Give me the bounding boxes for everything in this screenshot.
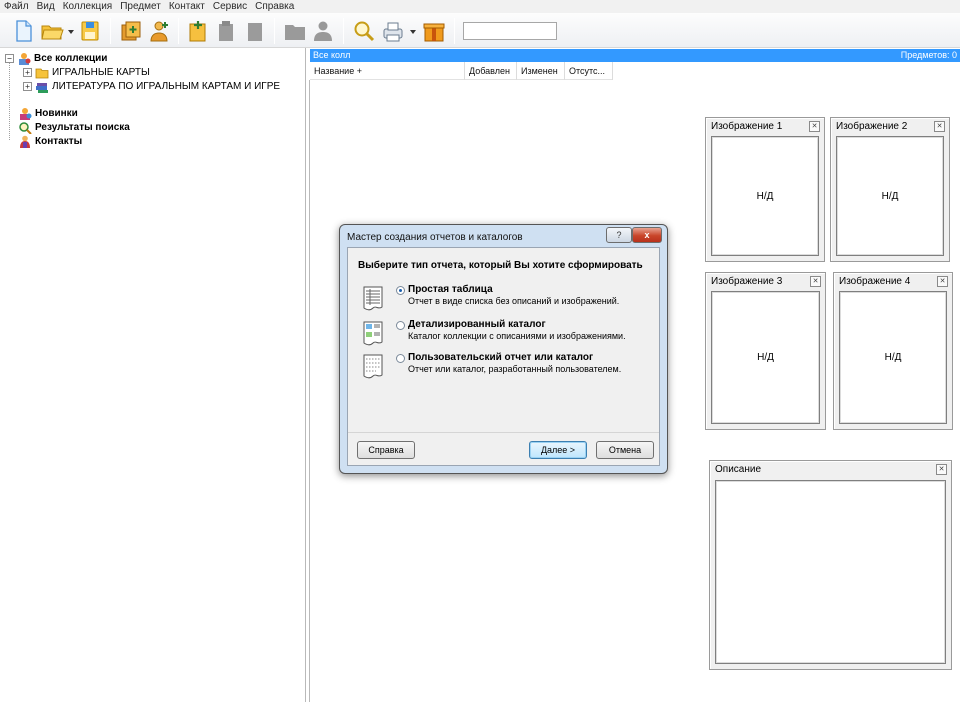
option-detailed-catalog[interactable]: Детализированный каталог Каталог коллекц… xyxy=(362,319,652,351)
option-description: Отчет в виде списка без описаний и изобр… xyxy=(408,296,620,306)
tree-label: Новинки xyxy=(35,107,78,119)
search-magnifier-icon[interactable] xyxy=(352,19,376,43)
report-wizard-dialog: Мастер создания отчетов и каталогов ? x … xyxy=(339,224,668,474)
list-column-headers: Название + Добавлен Изменен Отсутс... xyxy=(310,62,613,80)
radio-simple-table[interactable] xyxy=(396,286,405,295)
close-icon[interactable]: ✕ xyxy=(810,276,821,287)
menu-contact[interactable]: Контакт xyxy=(165,0,209,13)
column-header-missing[interactable]: Отсутс... xyxy=(565,62,613,80)
close-icon[interactable]: ✕ xyxy=(809,121,820,132)
image-placeholder[interactable]: Н/Д xyxy=(836,136,944,256)
panel-title: Изображение 3 xyxy=(711,276,783,287)
gift-box-icon[interactable] xyxy=(422,19,446,43)
tree-node-new-items[interactable]: Новинки xyxy=(18,106,78,120)
option-simple-table[interactable]: Простая таблица Отчет в виде списка без … xyxy=(362,284,652,316)
tree-label: Результаты поиска xyxy=(35,121,130,133)
column-header-added[interactable]: Добавлен xyxy=(465,62,517,80)
tree-node-contacts[interactable]: Контакты xyxy=(18,134,82,148)
tree-node-all-collections[interactable]: − Все коллекции xyxy=(5,51,107,65)
save-disk-icon[interactable] xyxy=(78,19,102,43)
collection-add-icon[interactable] xyxy=(119,19,143,43)
option-custom-report[interactable]: Пользовательский отчет или каталог Отчет… xyxy=(362,352,652,384)
item-edit-icon[interactable] xyxy=(214,19,238,43)
option-title: Пользовательский отчет или каталог xyxy=(408,352,594,363)
image-placeholder[interactable]: Н/Д xyxy=(839,291,947,424)
dialog-heading: Выберите тип отчета, который Вы хотите с… xyxy=(358,260,643,271)
tree-label: Все коллекции xyxy=(34,52,108,64)
radio-detailed-catalog[interactable] xyxy=(396,321,405,330)
list-title-bar: Все колл Предметов: 0 xyxy=(310,49,960,62)
simple-table-icon xyxy=(363,286,383,311)
cancel-button[interactable]: Отмена xyxy=(596,441,654,459)
radio-custom-report[interactable] xyxy=(396,354,405,363)
toolbar-search-input[interactable] xyxy=(463,22,557,40)
panel-title: Изображение 4 xyxy=(839,276,911,287)
collection-tree: − Все коллекции + ИГРАЛЬНЫЕ КАРТЫ + ЛИТЕ… xyxy=(0,48,306,702)
custom-report-icon xyxy=(363,354,383,379)
collections-icon xyxy=(19,52,31,65)
folder-gray-icon[interactable] xyxy=(283,19,307,43)
tree-node-search-results[interactable]: Результаты поиска xyxy=(18,120,130,134)
close-icon[interactable]: x xyxy=(632,227,662,243)
item-delete-icon[interactable] xyxy=(243,19,267,43)
item-add-icon[interactable] xyxy=(186,19,210,43)
item-count: Предметов: 0 xyxy=(900,50,957,60)
print-icon[interactable] xyxy=(381,19,405,43)
menu-help[interactable]: Справка xyxy=(251,0,298,13)
column-header-name[interactable]: Название + xyxy=(310,62,465,80)
expand-toggle[interactable]: + xyxy=(23,81,32,91)
search-results-icon xyxy=(19,121,32,134)
books-icon xyxy=(36,82,48,93)
menu-bar: Файл Вид Коллекция Предмет Контакт Серви… xyxy=(0,0,960,13)
option-description: Отчет или каталог, разработанный пользов… xyxy=(408,364,622,374)
image-placeholder[interactable]: Н/Д xyxy=(711,136,819,256)
expand-toggle[interactable]: + xyxy=(23,67,32,77)
list-title: Все колл xyxy=(313,50,351,60)
menu-service[interactable]: Сервис xyxy=(209,0,251,13)
help-icon[interactable]: ? xyxy=(606,227,632,243)
person-add-icon[interactable] xyxy=(147,19,171,43)
tree-node-literature[interactable]: + ЛИТЕРАТУРА ПО ИГРАЛЬНЫМ КАРТАМ И ИГРЕ xyxy=(23,79,280,93)
image-panel-4: Изображение 4 ✕ Н/Д xyxy=(833,272,953,430)
image-panel-2: Изображение 2 ✕ Н/Д xyxy=(830,117,950,262)
open-folder-icon[interactable] xyxy=(40,19,64,43)
help-button[interactable]: Справка xyxy=(357,441,415,459)
next-button[interactable]: Далее > xyxy=(529,441,587,459)
panel-title: Описание xyxy=(715,464,762,475)
dialog-title: Мастер создания отчетов и каталогов xyxy=(347,232,523,243)
menu-view[interactable]: Вид xyxy=(33,0,59,13)
description-panel: Описание ✕ xyxy=(709,460,952,670)
image-panel-1: Изображение 1 ✕ Н/Д xyxy=(705,117,825,262)
detailed-catalog-icon xyxy=(363,321,383,346)
contacts-icon xyxy=(20,135,30,148)
collapse-toggle[interactable]: − xyxy=(5,53,14,63)
tree-node-playing-cards[interactable]: + ИГРАЛЬНЫЕ КАРТЫ xyxy=(23,65,150,79)
toolbar xyxy=(0,13,960,48)
folder-icon xyxy=(35,68,49,78)
tree-label: ИГРАЛЬНЫЕ КАРТЫ xyxy=(52,66,150,78)
tree-label: ЛИТЕРАТУРА ПО ИГРАЛЬНЫМ КАРТАМ И ИГРЕ xyxy=(52,80,281,92)
panel-title: Изображение 1 xyxy=(711,121,783,132)
close-icon[interactable]: ✕ xyxy=(936,464,947,475)
image-panel-3: Изображение 3 ✕ Н/Д xyxy=(705,272,826,430)
new-file-icon[interactable] xyxy=(11,19,35,43)
menu-file[interactable]: Файл xyxy=(0,0,33,13)
option-title: Простая таблица xyxy=(408,284,493,295)
contact-gray-icon[interactable] xyxy=(310,19,334,43)
close-icon[interactable]: ✕ xyxy=(934,121,945,132)
description-text-area[interactable] xyxy=(715,480,946,664)
option-title: Детализированный каталог xyxy=(408,319,546,330)
tree-label: Контакты xyxy=(35,135,83,147)
column-header-modified[interactable]: Изменен xyxy=(517,62,565,80)
menu-collection[interactable]: Коллекция xyxy=(59,0,117,13)
panel-title: Изображение 2 xyxy=(836,121,908,132)
image-placeholder[interactable]: Н/Д xyxy=(711,291,820,424)
new-items-icon xyxy=(20,107,32,120)
menu-item[interactable]: Предмет xyxy=(116,0,165,13)
dialog-body: Выберите тип отчета, который Вы хотите с… xyxy=(347,247,660,466)
option-description: Каталог коллекции с описаниями и изображ… xyxy=(408,331,626,341)
close-icon[interactable]: ✕ xyxy=(937,276,948,287)
